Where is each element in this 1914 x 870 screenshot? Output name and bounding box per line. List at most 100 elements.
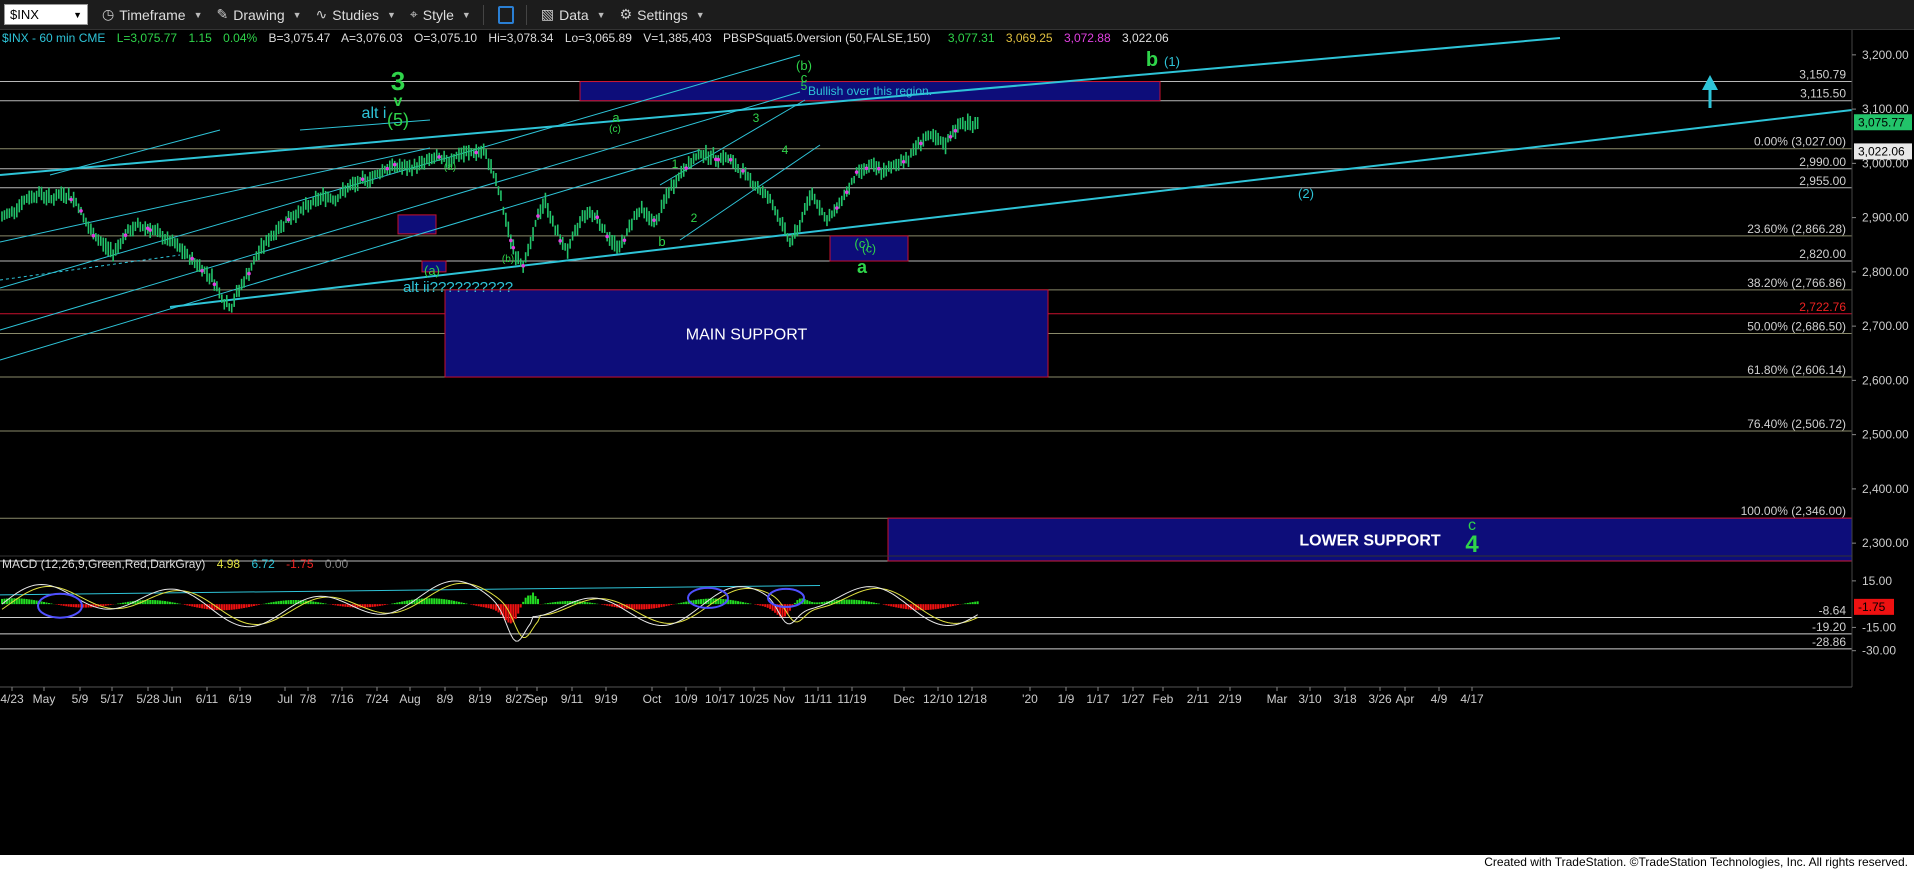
price-dot [385, 166, 390, 171]
footer: Created with TradeStation. ©TradeStation… [0, 855, 1914, 870]
price-dot [901, 159, 906, 164]
macd-label: MACD (12,26,9,Green,Red,DarkGray) [2, 557, 205, 571]
time-axis-label: 9/19 [594, 692, 618, 706]
price-axis-label: 2,800.00 [1862, 265, 1909, 279]
price-dot [622, 238, 627, 243]
price-dot [286, 217, 291, 222]
settings-button[interactable]: ⚙ Settings ▼ [620, 3, 705, 27]
time-axis-label: 5/28 [136, 692, 160, 706]
data-button[interactable]: ▧ Data ▼ [541, 3, 606, 27]
time-axis-label: 10/9 [674, 692, 698, 706]
time-axis-label: Apr [1396, 692, 1415, 706]
time-axis-label: 4/9 [1431, 692, 1448, 706]
time-axis-label: 10/25 [739, 692, 769, 706]
time-axis-label: 7/8 [300, 692, 317, 706]
level-label: 38.20% (2,766.86) [1747, 276, 1846, 290]
price-dot [877, 166, 881, 171]
style-button[interactable]: ⌖ Style ▼ [410, 3, 471, 27]
price-axis-label: 3,100.00 [1862, 102, 1909, 116]
level-label: 50.00% (2,686.50) [1747, 319, 1846, 333]
settings-label: Settings [637, 6, 688, 23]
price-dot [509, 238, 513, 243]
time-axis-label: 12/10 [923, 692, 953, 706]
drawing-button[interactable]: ✎ Drawing ▼ [217, 3, 302, 27]
time-axis-label: 5/9 [72, 692, 89, 706]
price-dot [844, 190, 849, 195]
wave-label: 1 [672, 157, 679, 171]
price-dot [91, 233, 96, 238]
price-chart[interactable]: 3,150.79 3,115.50 0.00% (3,027.00) 2,990.00… [0, 30, 1914, 855]
layout-button[interactable] [497, 3, 514, 27]
price-dot [835, 206, 839, 210]
chevron-down-icon: ▼ [461, 9, 471, 20]
symbol-dropdown-icon[interactable]: ▼ [73, 10, 82, 20]
time-axis-label: Jul [277, 692, 292, 706]
style-label: Style [422, 6, 454, 23]
wave-label: v [394, 93, 403, 110]
time-axis-label: 6/19 [228, 692, 252, 706]
price-dot [652, 218, 656, 222]
time-axis-label: '20 [1022, 692, 1038, 706]
wave-label: (5) [387, 110, 409, 130]
price-dot [392, 162, 397, 167]
price-axis-label: 2,700.00 [1862, 319, 1909, 333]
price-tag-label: 3,022.06 [1858, 144, 1905, 158]
level-label: 61.80% (2,606.14) [1747, 363, 1846, 377]
macd-axis-label: -30.00 [1862, 644, 1896, 658]
wave-label: b [658, 234, 665, 249]
level-label: 3,150.79 [1799, 68, 1846, 82]
level-label: 76.40% (2,506.72) [1747, 417, 1846, 431]
header-study: PBSPSquat5.0version (50,FALSE,150) [723, 31, 930, 45]
price-tag-label: 3,075.77 [1858, 115, 1905, 129]
wave-label: 4 [782, 143, 789, 157]
level-label: 23.60% (2,866.28) [1747, 222, 1846, 236]
zone-box-label: MAIN SUPPORT [686, 326, 808, 343]
wave-label: 4 [1465, 531, 1479, 558]
header-v4: 3,022.06 [1122, 31, 1169, 45]
macd-v4: 0.00 [325, 557, 349, 571]
price-dot [536, 214, 540, 218]
chevron-down-icon: ▼ [386, 9, 396, 20]
time-axis-label: Aug [399, 692, 420, 706]
price-dot [684, 166, 688, 171]
clock-icon: ◷ [102, 6, 115, 22]
level-label: 100.00% (2,346.00) [1741, 504, 1846, 518]
price-dot [854, 170, 859, 174]
macd-header: MACD (12,26,9,Green,Red,DarkGray) 4.98 6… [2, 557, 349, 571]
header-low: Lo=3,065.89 [565, 31, 632, 45]
price-dot [79, 209, 83, 213]
time-axis-label: 3/18 [1333, 692, 1357, 706]
price-axis-label: 2,300.00 [1862, 536, 1909, 550]
toolbar-divider [482, 4, 484, 25]
price-dot [558, 239, 563, 243]
header-change: 1.15 [188, 31, 212, 45]
toolbar: $INX ▼ ◷ Timeframe ▼ ✎ Drawing ▼ ∿ Studi… [0, 0, 1914, 30]
price-dot [741, 169, 745, 173]
level-label: 3,115.50 [1800, 87, 1846, 101]
toolbar-divider [525, 4, 527, 25]
chevron-down-icon: ▼ [193, 9, 203, 20]
time-axis-label: 1/27 [1121, 692, 1145, 706]
timeframe-button[interactable]: ◷ Timeframe ▼ [102, 3, 203, 27]
drawing-label: Drawing [233, 6, 285, 23]
price-dot [474, 150, 479, 155]
symbol-input[interactable]: $INX ▼ [4, 4, 88, 25]
macd-v3: -1.75 [286, 557, 314, 571]
time-axis-label: 5/17 [100, 692, 124, 706]
header-bid: B=3,075.47 [269, 31, 331, 45]
chevron-down-icon: ▼ [695, 9, 705, 20]
price-dot [247, 271, 251, 276]
header-title: $INX - 60 min CME [2, 31, 105, 45]
price-dot [716, 157, 721, 162]
wave-label: (a) [444, 162, 456, 173]
header-pct: 0.04% [223, 31, 257, 45]
header-vol: V=1,385,403 [643, 31, 712, 45]
time-axis-label: 8/9 [437, 692, 454, 706]
price-dot [190, 256, 194, 261]
macd-level-label: -19.20 [1812, 620, 1846, 634]
studies-button[interactable]: ∿ Studies ▼ [316, 3, 396, 27]
level-label: 0.00% (3,027.00) [1754, 135, 1846, 149]
macd-axis-label: -15.00 [1862, 620, 1896, 634]
chevron-down-icon: ▼ [596, 9, 606, 20]
wave-label: (a) [424, 263, 440, 278]
